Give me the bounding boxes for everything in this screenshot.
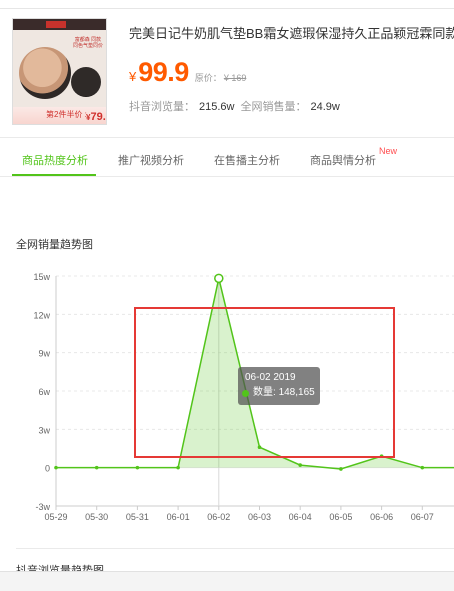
total-sales-label: 全网销售量： (240, 101, 307, 113)
x-tick-label: 06-01 (167, 512, 190, 522)
douyin-views-value: 215.6w (199, 101, 235, 113)
tab-sentiment[interactable]: 商品舆情分析 New (310, 146, 397, 168)
x-tick-label: 05-31 (126, 512, 149, 522)
product-stats: 抖音浏览量： 215.6w 全网销售量： 24.9w (129, 98, 346, 114)
highlighted-data-point (214, 273, 224, 284)
x-tick-label: 06-06 (370, 512, 393, 522)
y-tick-label: 12w (33, 310, 50, 320)
price-row: ¥ 99.9 原价： ¥ 169 (129, 57, 246, 88)
thumbnail-badge: 富都森 同款同色气垫同价 (73, 37, 104, 49)
bottom-scroll-bar[interactable] (0, 571, 454, 591)
sales-trend-title: 全网销量趋势图 (16, 239, 93, 251)
tab-product-heat[interactable]: 商品热度分析 (22, 152, 88, 168)
douyin-views-label: 抖音浏览量： (129, 101, 195, 113)
tab-streamers[interactable]: 在售播主分析 (214, 152, 280, 168)
x-tick-label: 06-04 (289, 512, 312, 522)
thumbnail-promo-price: ¥79.9 (86, 111, 106, 123)
product-thumbnail[interactable]: 富都森 同款同色气垫同价 第2件半价 : ¥79.9 (12, 18, 107, 125)
y-tick-label: 9w (38, 349, 50, 359)
x-tick-label: 05-29 (44, 512, 67, 522)
data-point (94, 465, 99, 470)
y-tick-label: -3w (35, 502, 50, 512)
x-tick-label: 06-05 (329, 512, 352, 522)
original-price-label: 原价： (194, 73, 222, 83)
product-card: 富都森 同款同色气垫同价 第2件半价 : ¥79.9 完美日记牛奶肌气垫BB霜女… (0, 9, 454, 137)
y-tick-label: 15w (33, 272, 50, 282)
tab-promo-video[interactable]: 推广视频分析 (118, 152, 184, 168)
currency-symbol: ¥ (129, 69, 137, 84)
compact-case-image (71, 67, 101, 97)
data-point (135, 465, 140, 470)
data-point (54, 465, 58, 470)
data-point (298, 463, 303, 467)
y-tick-label: 3w (38, 425, 50, 435)
data-point (339, 467, 343, 471)
analysis-tabs: 商品热度分析 推广视频分析 在售播主分析 商品舆情分析 New (0, 138, 454, 177)
x-tick-label: 06-07 (411, 512, 434, 522)
product-title[interactable]: 完美日记牛奶肌气垫BB霜女遮瑕保湿持久正品颖冠霖同款 (129, 23, 454, 42)
highlight-annotation-box (134, 307, 395, 458)
compact-image (19, 47, 71, 99)
thumbnail-promo-value: 79.9 (90, 111, 106, 123)
total-sales-value: 24.9w (310, 101, 340, 113)
data-point (420, 465, 425, 470)
original-price: ¥ 169 (223, 73, 247, 83)
y-tick-label: 6w (38, 387, 50, 397)
tab-sentiment-label: 商品舆情分析 (310, 155, 376, 167)
active-tab-indicator (12, 174, 96, 176)
x-tick-label: 06-02 (207, 512, 230, 522)
y-tick-label: 0 (45, 464, 50, 474)
brand-logo (46, 21, 66, 28)
current-price: 99.9 (138, 57, 189, 87)
x-tick-label: 06-03 (248, 512, 271, 522)
thumbnail-promo-label: 第2件半价 : (46, 110, 87, 119)
new-badge: New (378, 146, 397, 156)
data-point (176, 465, 180, 470)
section-divider (16, 548, 454, 549)
x-tick-label: 05-30 (85, 512, 108, 522)
